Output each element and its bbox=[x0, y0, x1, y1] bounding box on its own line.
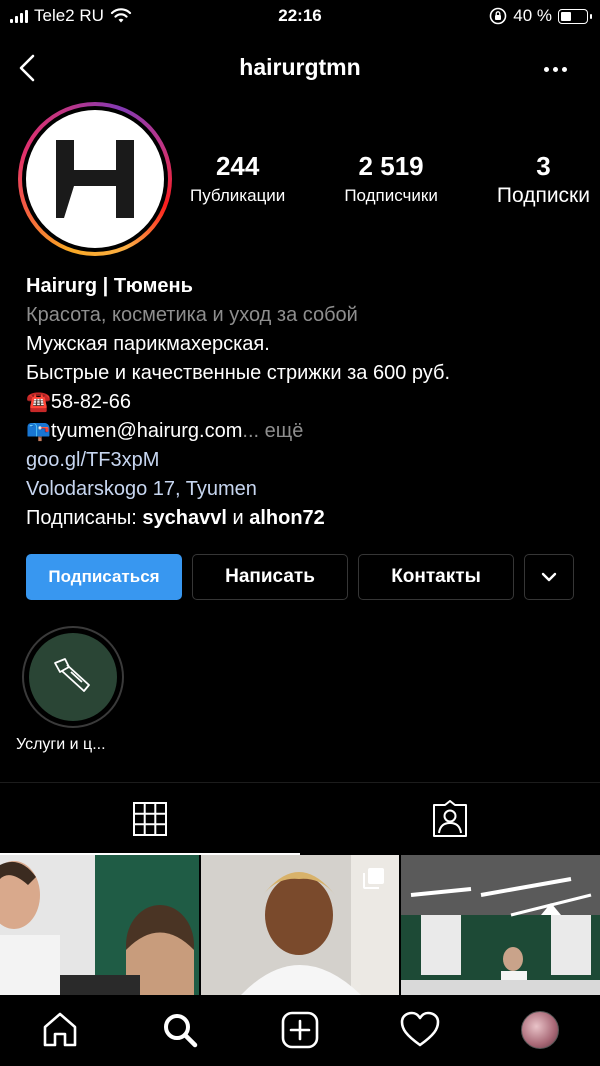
new-post-icon bbox=[281, 1011, 319, 1048]
back-button[interactable] bbox=[18, 50, 48, 86]
profile-header: hairurgtmn bbox=[0, 44, 600, 92]
followed-by-user: alhon72 bbox=[249, 507, 325, 529]
post-thumbnail[interactable] bbox=[0, 855, 199, 995]
profile-stats: 244 Публикации 2 519 Подписчики 3 Подпис… bbox=[190, 150, 590, 208]
stat-posts-value: 244 bbox=[215, 151, 260, 181]
razor-icon bbox=[54, 658, 90, 692]
nav-home[interactable] bbox=[30, 1000, 90, 1060]
avatar-ring-gap bbox=[22, 106, 168, 252]
dot-icon bbox=[552, 66, 558, 72]
suggested-accounts-button[interactable] bbox=[524, 554, 574, 600]
search-icon bbox=[164, 1013, 198, 1047]
followed-by-and: и bbox=[226, 507, 250, 529]
stat-following[interactable]: 3 Подписки bbox=[497, 150, 590, 208]
chevron-down-icon bbox=[541, 572, 557, 582]
bio-line: Быстрые и качественные стрижки за 600 ру… bbox=[26, 362, 451, 384]
post-image bbox=[401, 855, 600, 995]
hairurg-logo-icon bbox=[56, 140, 134, 218]
followed-by-prefix: Подписаны: bbox=[26, 507, 143, 529]
bio-website-link[interactable]: goo.gl/TF3xpM bbox=[26, 446, 586, 475]
stat-following-value: 3 bbox=[536, 151, 551, 181]
bio-phone-line: ☎️58-82-66 bbox=[26, 388, 586, 417]
rotation-lock-icon bbox=[489, 7, 507, 25]
tab-grid[interactable] bbox=[0, 783, 300, 855]
bio-phone: 58-82-66 bbox=[50, 391, 131, 413]
bio-email-line: 📪tyumen@hairurg.com... ещё bbox=[26, 417, 586, 446]
profile-category: Красота, косметика и уход за собой bbox=[26, 304, 358, 326]
profile-avatar-story-ring[interactable] bbox=[18, 102, 172, 256]
dot-icon bbox=[543, 66, 549, 72]
nav-search[interactable] bbox=[150, 1000, 210, 1060]
mailbox-icon: 📪 bbox=[26, 420, 51, 442]
highlight-ring bbox=[22, 626, 124, 728]
stat-posts[interactable]: 244 Публикации bbox=[190, 150, 285, 208]
post-thumbnail[interactable] bbox=[401, 855, 600, 995]
follow-button[interactable]: Подписаться bbox=[26, 554, 182, 600]
profile-tabs bbox=[0, 782, 600, 855]
chevron-left-icon bbox=[19, 54, 35, 82]
dot-icon bbox=[561, 66, 567, 72]
status-right: 40 % bbox=[489, 6, 592, 26]
tab-tagged[interactable] bbox=[300, 783, 600, 855]
message-button[interactable]: Написать bbox=[192, 554, 348, 600]
post-thumbnail[interactable] bbox=[200, 855, 400, 995]
stat-followers-value: 2 519 bbox=[358, 151, 424, 181]
contacts-button[interactable]: Контакты bbox=[358, 554, 514, 600]
story-highlight[interactable]: Услуги и ц... bbox=[16, 626, 126, 753]
battery-icon bbox=[558, 8, 592, 24]
battery-percent: 40 % bbox=[513, 6, 552, 25]
profile-display-name: Hairurg | Тюмень bbox=[26, 275, 193, 297]
more-options-button[interactable] bbox=[540, 54, 570, 84]
profile-username: hairurgtmn bbox=[239, 54, 361, 80]
stat-followers-label: Подписчики bbox=[344, 186, 438, 205]
highlight-label: Услуги и ц... bbox=[16, 736, 106, 753]
profile-avatar bbox=[26, 110, 164, 248]
followed-by-user: sychavvl bbox=[142, 507, 227, 529]
bio-email: tyumen@hairurg.com bbox=[50, 420, 243, 442]
profile-actions: Подписаться Написать Контакты bbox=[26, 554, 574, 600]
bio-line: Мужская парикмахерская. bbox=[26, 333, 270, 355]
profile-bio: Hairurg | Тюмень Красота, косметика и ух… bbox=[26, 272, 586, 533]
tagged-person-icon bbox=[433, 800, 467, 837]
post-image bbox=[0, 855, 199, 995]
profile-avatar-thumbnail bbox=[521, 1010, 559, 1049]
nav-profile[interactable] bbox=[510, 1000, 570, 1060]
status-bar: Tele2 RU 22:16 40 % bbox=[0, 0, 600, 36]
bio-more-link[interactable]: ... ещё bbox=[242, 420, 303, 442]
bio-address-link[interactable]: Volodarskogo 17, Tyumen bbox=[26, 475, 586, 504]
grid-icon bbox=[133, 802, 167, 836]
posts-grid bbox=[0, 855, 600, 995]
highlight-cover bbox=[29, 633, 117, 721]
home-icon bbox=[43, 1012, 77, 1046]
telephone-icon: ☎️ bbox=[26, 391, 51, 413]
bottom-navigation bbox=[0, 995, 600, 1066]
nav-new-post[interactable] bbox=[270, 1000, 330, 1060]
stat-posts-label: Публикации bbox=[190, 186, 286, 205]
stat-followers[interactable]: 2 519 Подписчики bbox=[344, 150, 438, 208]
multiple-photos-icon bbox=[363, 868, 385, 889]
followed-by[interactable]: Подписаны: sychavvl и alhon72 bbox=[26, 504, 586, 533]
stat-following-label: Подписки bbox=[496, 184, 590, 207]
nav-activity[interactable] bbox=[390, 1000, 450, 1060]
activity-heart-icon bbox=[400, 1011, 440, 1046]
